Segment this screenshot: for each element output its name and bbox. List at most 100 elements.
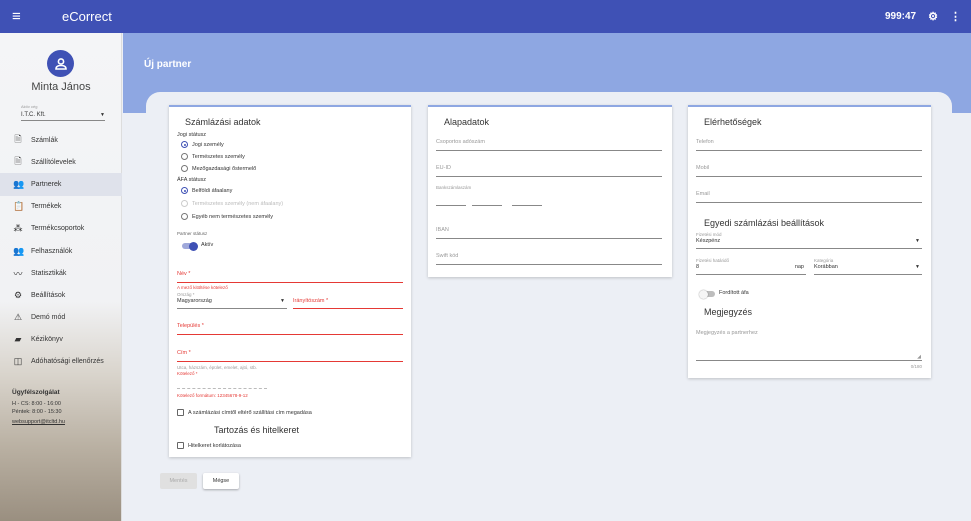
vat-radio-natural[interactable]: Természetes személy (nem áfaalany) (181, 200, 283, 207)
credit-limit-checkbox[interactable]: Hitelkeret korlátozása (177, 442, 241, 449)
group-tax-field[interactable]: Csoportos adószám (436, 139, 662, 151)
sidebar: Minta János Aktív cég I.T.C. Kft. ▼ 🗎 Szá… (0, 33, 122, 521)
resize-handle-icon[interactable]: ◢ (917, 354, 921, 360)
nav-label: Partnerek (31, 180, 62, 188)
email-field[interactable]: Email (696, 191, 922, 203)
dropdown-arrow-icon: ▼ (100, 111, 105, 118)
iban-field[interactable]: IBAN (436, 227, 662, 239)
name-field[interactable]: Név * (177, 271, 403, 283)
reverse-vat-toggle[interactable] (699, 289, 715, 299)
credit-title: Tartozás és hitelkeret (214, 425, 300, 435)
address-error: Kötelező * (177, 371, 198, 376)
bank-account-part-1[interactable] (436, 205, 466, 206)
dropdown-arrow-icon: ▼ (280, 298, 285, 304)
payment-method-label: Fizetési mód (696, 232, 722, 237)
textarea-placeholder: Megjegyzés a partnerhez (696, 330, 758, 336)
reverse-vat-label: Fordított áfa (719, 290, 749, 296)
nav-label: Termékek (31, 203, 62, 211)
app-logo[interactable]: ✓⃝ eCorrect (38, 9, 112, 25)
billing-card: Számlázási adatok Jogi státusz Jogi szem… (169, 105, 411, 457)
city-field-label: Település * (177, 323, 204, 329)
support-title: Ügyfélszolgálat (12, 389, 60, 396)
payment-method-select[interactable]: Készpénz ▼ (696, 238, 922, 249)
cancel-button[interactable]: Mégse (203, 473, 239, 489)
menu-icon[interactable]: ≡ (12, 8, 26, 25)
eu-tax-field[interactable]: EU-ID (436, 165, 662, 177)
app-name: eCorrect (62, 9, 112, 24)
nav-item-statistics[interactable]: 〰 Statisztikák (0, 262, 122, 284)
nav-item-invoices[interactable]: 🗎 Számlák (0, 129, 122, 151)
legal-radio-farmer[interactable]: Mezőgazdasági őstermelő (181, 165, 256, 172)
avatar[interactable] (47, 50, 74, 77)
radio-checked-icon (181, 141, 188, 148)
more-vert-icon[interactable]: ⋮ (950, 10, 961, 23)
nav-label: Felhasználók (31, 247, 73, 255)
name-field-label: Név * (177, 271, 191, 277)
company-select[interactable]: I.T.C. Kft. ▼ (21, 109, 105, 121)
contact-title: Elérhetőségek (704, 117, 762, 127)
logo-check-icon: ✓⃝ (38, 8, 59, 25)
clipboard-icon: 📋 (13, 201, 25, 212)
legal-radio-company[interactable]: Jogi személy (181, 141, 224, 148)
address-field[interactable]: Cím * (177, 350, 403, 362)
category-label: Kategória (814, 258, 834, 263)
radio-checked-icon (181, 187, 188, 194)
legal-radio-natural[interactable]: Természetes személy (181, 153, 245, 160)
warning-icon: ⚠ (13, 312, 23, 323)
custom-billing-title: Egyedi számlázási beállítások (704, 218, 825, 228)
billing-title: Számlázási adatok (185, 117, 261, 127)
mobile-field[interactable]: Mobil (696, 165, 922, 177)
nav-item-partners[interactable]: 👥 Partnerek (0, 173, 122, 196)
payment-deadline-label: Fizetési határidő (696, 258, 730, 263)
nav-label: Beállítások (31, 291, 66, 299)
support-email-link[interactable]: websupport@itcltd.hu (12, 418, 65, 426)
checkbox-label: Hitelkeret korlátozása (188, 442, 241, 449)
settings-gear-icon[interactable]: ⚙ (928, 10, 938, 23)
select-value: Készpénz (696, 238, 721, 244)
support-info: Ügyfélszolgálat H - CS: 8:00 - 16:00 Pén… (12, 389, 65, 426)
dropdown-arrow-icon: ▼ (915, 264, 920, 270)
city-field[interactable]: Település * (177, 323, 403, 335)
basic-title: Alapadatok (444, 117, 490, 127)
nav-item-demo-mode[interactable]: ⚠ Demó mód (0, 307, 122, 329)
page-title: Új partner (144, 59, 192, 70)
nav-item-product-groups[interactable]: ⁂ Termékcsoportok (0, 218, 122, 240)
radio-label: Belföldi áfaalany (192, 187, 233, 194)
bank-account-part-3[interactable] (512, 205, 542, 206)
category-select[interactable]: Korábban ▼ (814, 264, 922, 275)
bank-account-part-2[interactable] (472, 205, 502, 206)
note-title: Megjegyzés (704, 307, 753, 317)
session-timer: 999:47 (884, 11, 917, 22)
nav-item-tax-check[interactable]: ◫ Adóhatósági ellenőrzés (0, 351, 122, 373)
radio-label: Természetes személy (nem áfaalany) (192, 200, 284, 207)
users-icon: 👥 (13, 245, 25, 256)
payment-deadline-field[interactable]: 8 nap (696, 264, 806, 275)
contact-card: Elérhetőségek Telefon Mobil Email Egyedi… (688, 105, 931, 378)
vat-radio-domestic[interactable]: Belföldi áfaalany (181, 187, 232, 194)
note-textarea[interactable]: Megjegyzés a partnerhez ◢ (696, 330, 922, 361)
field-label: Swift kód (436, 253, 459, 259)
swift-field[interactable]: Swift kód (436, 253, 662, 265)
country-select[interactable]: Magyarország ▼ (177, 298, 287, 309)
checkbox-icon (177, 442, 184, 449)
chart-icon: 〰 (13, 268, 23, 279)
name-error: A mező kitöltése kötelező (177, 285, 228, 290)
checkbox-label: A számlázási címtől eltérő szállítási cí… (188, 409, 312, 416)
separate-shipping-checkbox[interactable]: A számlázási címtől eltérő szállítási cí… (177, 409, 312, 416)
nav-label: Statisztikák (31, 269, 67, 277)
radio-label: Jogi személy (192, 141, 224, 148)
nav-item-manual[interactable]: ▰ Kézikönyv (0, 329, 122, 351)
dropdown-arrow-icon: ▼ (915, 238, 920, 244)
nav-item-users[interactable]: 👥 Felhasználók (0, 240, 122, 262)
phone-field[interactable]: Telefon (696, 139, 922, 151)
nav-item-delivery-notes[interactable]: 🗎 Szállítólevelek (0, 151, 122, 173)
tax-number-field[interactable] (177, 379, 267, 389)
user-name: Minta János (31, 81, 91, 93)
zip-field[interactable]: Irányítószám * (293, 298, 403, 309)
vat-radio-other[interactable]: Egyéb nem természetes személy (181, 213, 273, 220)
nav-item-products[interactable]: 📋 Termékek (0, 196, 122, 218)
save-button[interactable]: Mentés (160, 473, 197, 489)
partners-icon: 👥 (13, 178, 25, 189)
nav-item-settings[interactable]: ⚙ Beállítások (0, 284, 122, 306)
partner-active-toggle[interactable] (182, 241, 198, 251)
